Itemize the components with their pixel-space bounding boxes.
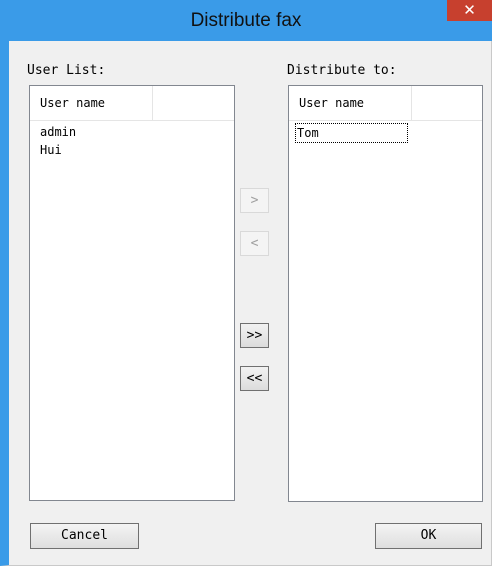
remove-selected-button[interactable]: < [240, 231, 269, 256]
distribute-to-column-user-name[interactable]: User name [289, 86, 412, 120]
distribute-to-column-filler [412, 86, 482, 120]
add-all-button[interactable]: >> [240, 323, 269, 348]
dialog-title: Distribute fax [190, 10, 302, 31]
distribute-to-column-header: User name [289, 86, 482, 121]
user-list-box[interactable]: User name admin Hui [29, 85, 235, 501]
cancel-button[interactable]: Cancel [30, 523, 139, 549]
user-list-column-filler [153, 86, 234, 120]
remove-all-button[interactable]: << [240, 366, 269, 391]
close-icon: ✕ [463, 1, 476, 19]
user-list-label: User List: [27, 63, 106, 78]
distribute-fax-dialog: Distribute fax ✕ User List: User name ad… [0, 0, 492, 566]
user-list-rows: admin Hui [30, 123, 234, 159]
distribute-to-label: Distribute to: [287, 63, 397, 78]
list-item-label: Tom [295, 123, 408, 143]
title-bar[interactable]: Distribute fax ✕ [0, 0, 492, 41]
user-list-column-user-name[interactable]: User name [30, 86, 153, 120]
add-selected-button[interactable]: > [240, 188, 269, 213]
distribute-to-rows: Tom [289, 123, 482, 143]
user-list-column-header: User name [30, 86, 234, 121]
close-button[interactable]: ✕ [447, 0, 492, 21]
list-item[interactable]: Tom [289, 123, 482, 143]
distribute-to-box[interactable]: User name Tom [288, 85, 483, 502]
ok-button[interactable]: OK [375, 523, 482, 549]
list-item[interactable]: admin [30, 123, 234, 141]
list-item[interactable]: Hui [30, 141, 234, 159]
